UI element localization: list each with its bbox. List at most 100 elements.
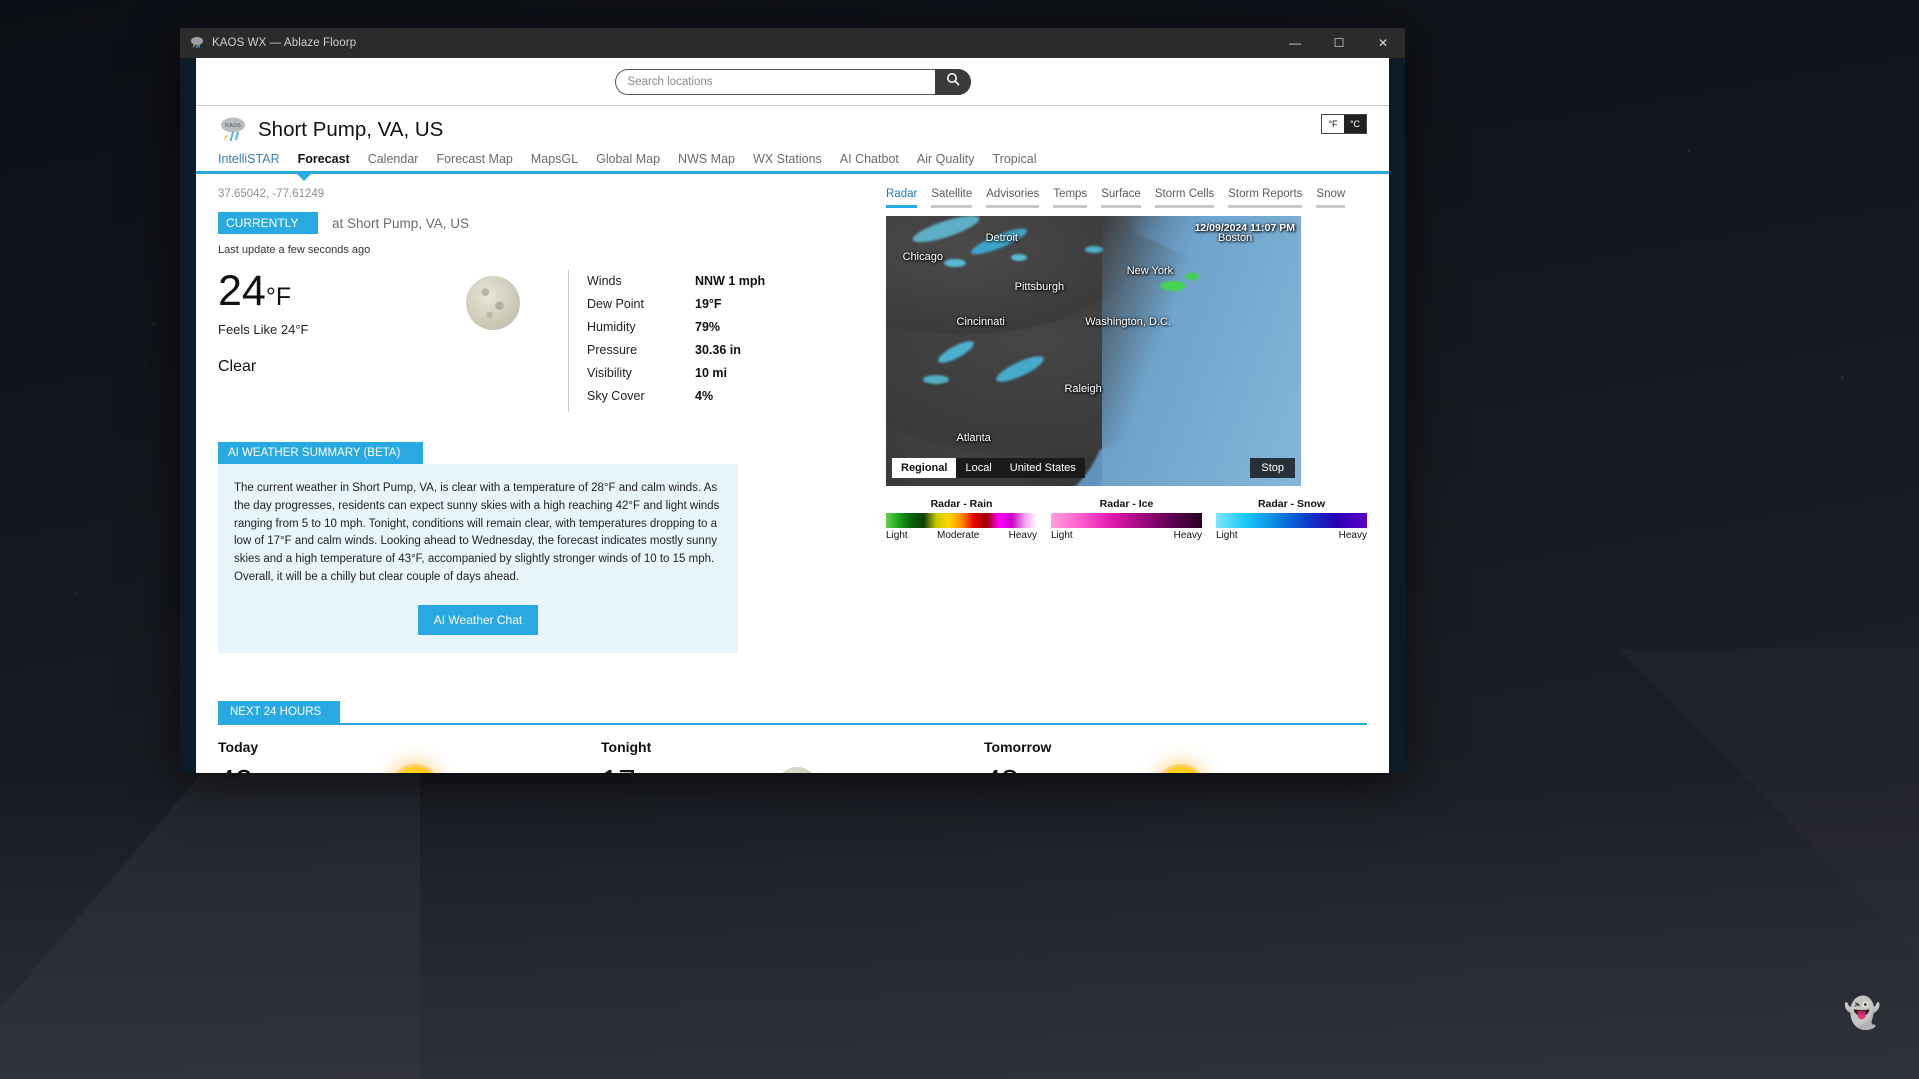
current-conditions: 24°F Feels Like 24°F Clear Winds NNW 1 m… bbox=[218, 270, 858, 412]
tab-air-quality[interactable]: Air Quality bbox=[917, 152, 975, 171]
map-view-local[interactable]: Local bbox=[956, 458, 1000, 478]
feels-like-text: Feels Like 24°F bbox=[218, 322, 309, 337]
radar-tab-satellite[interactable]: Satellite bbox=[931, 188, 973, 208]
kaos-logo-icon: KAOS bbox=[218, 116, 248, 144]
current-temp-value: 24 bbox=[218, 267, 266, 315]
detail-label: Dew Point bbox=[587, 297, 644, 311]
minimize-button[interactable]: — bbox=[1273, 28, 1317, 58]
detail-row: Pressure 30.36 in bbox=[587, 343, 858, 357]
map-view-regional[interactable]: Regional bbox=[892, 458, 957, 478]
detail-label: Pressure bbox=[587, 343, 638, 357]
tab-mapsgl[interactable]: MapsGL bbox=[531, 152, 578, 171]
radar-tab-radar[interactable]: Radar bbox=[886, 188, 918, 208]
ai-weather-chat-button[interactable]: AI Weather Chat bbox=[417, 604, 539, 635]
forecast-card-left: 42°F Sunny bbox=[218, 765, 393, 773]
left-column: 37.65042, -77.61249 CURRENTLY at Short P… bbox=[218, 174, 858, 653]
tab-intellistar[interactable]: IntelliSTAR bbox=[218, 152, 280, 171]
next-24-hours-badge: NEXT 24 HOURS bbox=[218, 700, 340, 723]
radar-tabs: Radar Satellite Advisories Temps Surface… bbox=[886, 174, 1367, 208]
left-rail bbox=[180, 58, 196, 773]
location-header: KAOS Short Pump, VA, US °F °C bbox=[196, 106, 1389, 144]
detail-label: Sky Cover bbox=[587, 389, 645, 403]
forecast-icon-wrap bbox=[393, 765, 437, 773]
close-button[interactable]: ✕ bbox=[1361, 28, 1405, 58]
radar-legend-snow: Radar - Snow Light Heavy bbox=[1216, 498, 1367, 541]
forecast-card-tomorrow: Tomorrow 43°F Mostly Sunny bbox=[984, 739, 1367, 773]
radar-map[interactable]: Chicago Detroit Boston Pittsburgh New Yo… bbox=[886, 216, 1301, 486]
radar-tab-temps[interactable]: Temps bbox=[1053, 188, 1088, 208]
currently-badge: CURRENTLY bbox=[218, 212, 318, 234]
window-title: KAOS WX — Ablaze Floorp bbox=[212, 37, 357, 49]
sun-icon bbox=[393, 766, 437, 773]
detail-value: 30.36 in bbox=[695, 343, 741, 357]
tab-ai-chatbot[interactable]: AI Chatbot bbox=[840, 152, 899, 171]
legend-gradient-bar bbox=[1216, 513, 1367, 528]
detail-row: Winds NNW 1 mph bbox=[587, 274, 858, 288]
detail-row: Sky Cover 4% bbox=[587, 389, 858, 403]
map-city-label: Raleigh bbox=[1064, 383, 1102, 396]
current-weather-icon-wrap bbox=[418, 270, 568, 412]
detail-row: Dew Point 19°F bbox=[587, 297, 858, 311]
ai-summary-panel: The current weather in Short Pump, VA, i… bbox=[218, 464, 738, 653]
tab-global-map[interactable]: Global Map bbox=[596, 152, 660, 171]
radar-tab-storm-reports[interactable]: Storm Reports bbox=[1228, 188, 1303, 208]
tab-forecast[interactable]: Forecast bbox=[298, 152, 350, 171]
currently-row: CURRENTLY at Short Pump, VA, US bbox=[218, 212, 858, 234]
map-view-buttons: Regional Local United States bbox=[892, 458, 1085, 478]
forecast-card-title: Tonight bbox=[601, 738, 652, 755]
radar-tab-storm-cells[interactable]: Storm Cells bbox=[1154, 188, 1215, 208]
tab-nws-map[interactable]: NWS Map bbox=[678, 152, 735, 171]
legend-label: Moderate bbox=[937, 530, 980, 541]
detail-row: Visibility 10 mi bbox=[587, 366, 858, 380]
legend-labels: Light Heavy bbox=[1216, 530, 1367, 541]
current-temp-unit: °F bbox=[265, 283, 292, 311]
unit-fahrenheit-button[interactable]: °F bbox=[1322, 115, 1344, 133]
tab-forecast-map[interactable]: Forecast Map bbox=[436, 152, 512, 171]
map-city-label: Detroit bbox=[985, 232, 1018, 245]
forecast-temperature: 17°F bbox=[601, 765, 776, 773]
detail-value: 79% bbox=[695, 320, 721, 334]
radar-echo bbox=[1010, 253, 1027, 261]
forecast-card-main: 43°F Mostly Sunny bbox=[984, 765, 1349, 773]
desktop-background: 👻 KAOS WX — Ablaze Floorp — ☐ ✕ Search l… bbox=[0, 0, 1919, 1079]
search-button[interactable] bbox=[934, 68, 971, 95]
ai-summary-text: The current weather in Short Pump, VA, i… bbox=[234, 482, 720, 584]
page-title: Short Pump, VA, US bbox=[258, 118, 444, 141]
application-window: KAOS WX — Ablaze Floorp — ☐ ✕ Search loc… bbox=[180, 28, 1405, 773]
maximize-button[interactable]: ☐ bbox=[1317, 28, 1361, 58]
search-input[interactable] bbox=[614, 68, 935, 95]
radar-tab-surface[interactable]: Surface bbox=[1101, 188, 1141, 208]
coordinates: 37.65042, -77.61249 bbox=[218, 188, 325, 200]
legend-title: Radar - Rain bbox=[930, 498, 993, 510]
map-city-label: Cincinnati bbox=[956, 315, 1005, 328]
map-view-united-states[interactable]: United States bbox=[1001, 458, 1085, 478]
radar-water-layer bbox=[1101, 216, 1301, 486]
radar-tab-advisories[interactable]: Advisories bbox=[986, 188, 1040, 208]
forecast-card-tonight: Tonight 17°F Clear bbox=[601, 739, 984, 773]
legend-gradient-bar bbox=[886, 513, 1037, 528]
radar-tab-snow[interactable]: Snow bbox=[1316, 188, 1346, 208]
detail-row: Humidity 79% bbox=[587, 320, 858, 334]
map-city-label: Atlanta bbox=[956, 432, 991, 444]
title-bar: KAOS WX — Ablaze Floorp — ☐ ✕ bbox=[180, 28, 1405, 58]
forecast-cards: Today 42°F Sunny bbox=[218, 739, 1367, 773]
main-content: 37.65042, -77.61249 CURRENTLY at Short P… bbox=[196, 174, 1389, 653]
legend-title: Radar - Ice bbox=[1099, 498, 1154, 510]
right-rail bbox=[1389, 58, 1405, 773]
radar-echo bbox=[1085, 245, 1104, 253]
map-stop-button[interactable]: Stop bbox=[1250, 458, 1295, 478]
page-content: KAOS Short Pump, VA, US °F °C Intelli bbox=[196, 58, 1389, 773]
legend-label: Light bbox=[1216, 530, 1238, 541]
tab-wx-stations[interactable]: WX Stations bbox=[753, 152, 822, 171]
unit-celsius-button[interactable]: °C bbox=[1344, 115, 1366, 133]
forecast-temp-value: 17 bbox=[601, 763, 635, 773]
radar-echo bbox=[1184, 272, 1199, 280]
tab-tropical[interactable]: Tropical bbox=[993, 152, 1037, 171]
detail-value: 19°F bbox=[695, 297, 722, 311]
current-condition: Clear bbox=[218, 358, 257, 375]
ghost-icon: 👻 bbox=[1843, 997, 1881, 1030]
legend-label: Heavy bbox=[1008, 530, 1037, 541]
tab-calendar[interactable]: Calendar bbox=[368, 152, 419, 171]
forecast-temperature: 42°F bbox=[218, 765, 393, 773]
radar-timestamp: 12/09/2024 11:07 PM bbox=[1194, 222, 1295, 234]
